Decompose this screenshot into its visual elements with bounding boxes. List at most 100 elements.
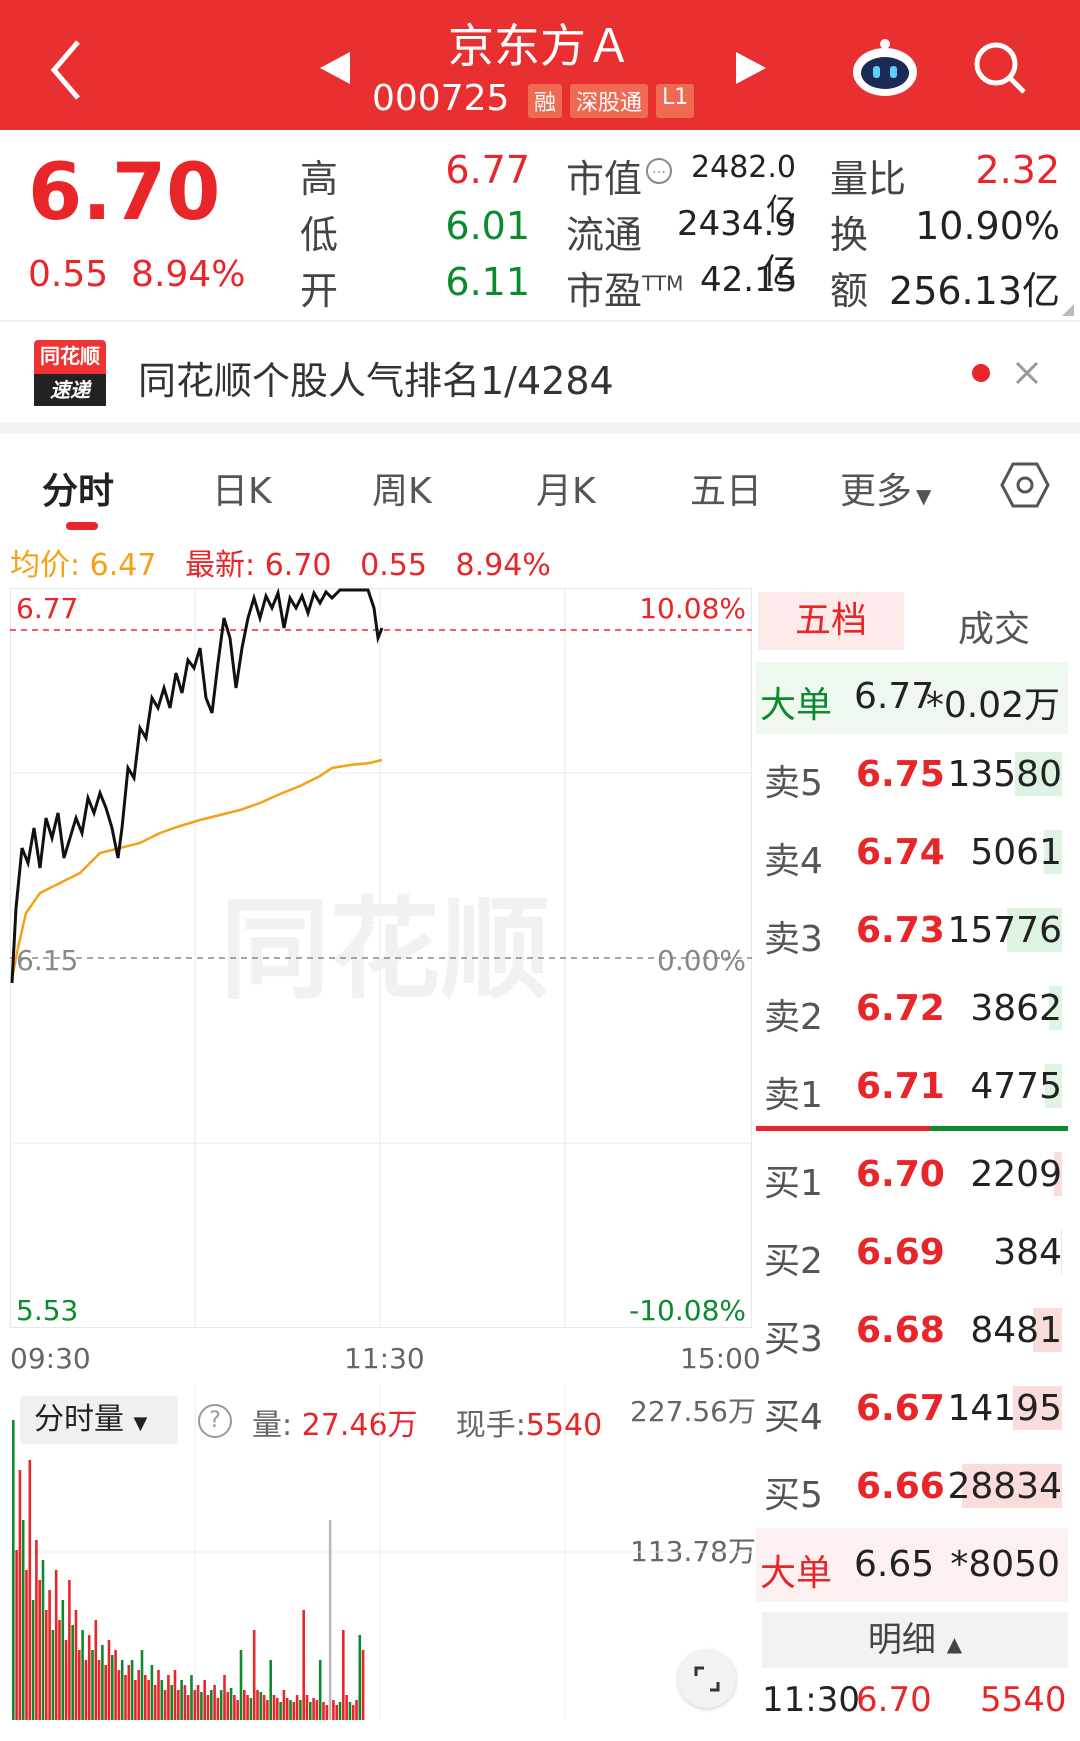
ask-price: 6.72 [856, 988, 945, 1029]
volume-bar [355, 1700, 358, 1720]
tab-weekly-k[interactable]: 周K [372, 462, 432, 514]
settings-hex-icon[interactable] [1000, 460, 1050, 510]
volume-bar [54, 1570, 58, 1720]
volume-bar [81, 1630, 84, 1720]
fullscreen-button[interactable] [678, 1650, 736, 1708]
volume-bar [342, 1630, 345, 1720]
float-label: 流通 [566, 213, 643, 257]
ask-level-label: 卖1 [764, 1075, 823, 1116]
app-header: 京东方Ａ 000725 融 深股通 L1 [0, 0, 1080, 130]
volume-bar [28, 1460, 32, 1720]
big-buy-volume: *8050 [950, 1544, 1060, 1585]
current-price: 6.70 [28, 148, 221, 238]
volume-bar [292, 1702, 296, 1720]
ask-level-label: 卖4 [764, 841, 823, 882]
stock-tags: 融 深股通 L1 [528, 84, 695, 118]
ask-row-4[interactable]: 卖2 6.72 3862 [756, 970, 1076, 1046]
tab-more[interactable]: 更多 ▼ [840, 462, 931, 514]
volume-bar [206, 1695, 210, 1720]
logo-bottom-text: 速递 [34, 374, 106, 406]
logo-top-text: 同花顺 [40, 344, 100, 368]
tab-five-day[interactable]: 五日 [690, 462, 762, 514]
bid-price: 6.68 [856, 1310, 945, 1351]
volume-bar [61, 1600, 65, 1720]
volume-bar [299, 1700, 302, 1720]
bid-level-label: 买2 [764, 1241, 823, 1282]
tab-intraday[interactable]: 分时 [42, 462, 114, 514]
bid-price: 6.69 [856, 1232, 945, 1273]
time-end: 15:00 [680, 1342, 761, 1375]
tag-level: L1 [656, 84, 695, 118]
intraday-price-chart[interactable]: 同花顺 6.77 6.15 5.53 10.08% 0.00% -10.08% [10, 588, 752, 1328]
bid-row-3[interactable]: 买3 6.68 8481 [756, 1292, 1076, 1368]
expand-icon [694, 1666, 720, 1692]
volume-bar [272, 1695, 276, 1720]
turnover-label: 换 [830, 213, 869, 257]
expand-corner-icon[interactable] [1062, 304, 1074, 316]
volume-bar [348, 1702, 352, 1720]
volume-bar [18, 1470, 22, 1720]
big-sell-volume: *0.02万 [925, 685, 1060, 726]
detail-toggle[interactable]: 明细 ▲ [762, 1612, 1068, 1668]
volume-bar [41, 1560, 45, 1720]
bid-row-2[interactable]: 买2 6.69 384 [756, 1214, 1076, 1290]
volume-bar [127, 1665, 131, 1720]
bid-row-1[interactable]: 买1 6.70 2209 [756, 1136, 1076, 1212]
volume-bar [325, 1705, 329, 1720]
collapse-caret-icon: ▲ [946, 1632, 963, 1656]
ask-volume: 4775 [970, 1066, 1062, 1107]
volume-bar [147, 1680, 150, 1720]
bid-level-label: 买4 [764, 1397, 823, 1438]
bid-row-4[interactable]: 买4 6.67 14195 [756, 1370, 1076, 1446]
volume-bar [200, 1692, 203, 1720]
ask-bid-divider-red [756, 1126, 930, 1131]
search-icon[interactable] [972, 40, 1028, 96]
volume-bar [256, 1690, 259, 1720]
tab-daily-k[interactable]: 日K [212, 462, 272, 514]
volume-bar [309, 1702, 312, 1720]
y-label-high: 6.77 [16, 592, 78, 625]
volume-bar [58, 1620, 61, 1720]
volume-bar [137, 1670, 140, 1720]
volume-bar [21, 1520, 25, 1720]
bid-level-label: 买3 [764, 1319, 823, 1360]
ask-row-2[interactable]: 卖4 6.74 5061 [756, 814, 1076, 890]
tab-five-level[interactable]: 五档 [758, 592, 904, 650]
popularity-rank-text[interactable]: 同花顺个股人气排名1/4284 [138, 350, 614, 405]
change-percent: 8.94% [131, 254, 246, 295]
pe-label: 市盈TTM [566, 260, 683, 315]
high-value: 6.77 [445, 148, 530, 192]
big-buy-label: 大单 [760, 1553, 833, 1594]
ask-row-5[interactable]: 卖1 6.71 4775 [756, 1048, 1076, 1124]
volume-bar [120, 1660, 124, 1720]
ask-volume: 5061 [970, 832, 1062, 873]
amount-label: 额 [830, 269, 869, 313]
ask-price: 6.75 [856, 754, 945, 795]
close-icon[interactable] [1014, 360, 1040, 386]
volume-bar [276, 1698, 279, 1720]
tab-trades[interactable]: 成交 [958, 600, 1030, 652]
volume-bar [233, 1695, 236, 1720]
ask-row-3[interactable]: 卖3 6.73 15776 [756, 892, 1076, 968]
price-change: 0.55 8.94% [28, 254, 245, 295]
next-stock-icon[interactable] [734, 50, 768, 86]
volume-bar [318, 1660, 322, 1720]
volume-bar [335, 1705, 338, 1720]
pe-value: 42.15 [700, 260, 798, 300]
bid-volume: 8481 [970, 1310, 1062, 1351]
low-value: 6.01 [445, 204, 530, 248]
bid-row-5[interactable]: 买5 6.66 28834 [756, 1448, 1076, 1524]
pct-label-low: -10.08% [629, 1294, 746, 1327]
ask-row-1[interactable]: 卖5 6.75 13580 [756, 736, 1076, 812]
info-icon[interactable]: … [646, 158, 672, 184]
big-buy-price: 6.65 [854, 1544, 935, 1585]
divider [0, 320, 1080, 322]
stock-code: 000725 [372, 78, 510, 119]
volume-bar [157, 1670, 160, 1720]
volume-bar [302, 1610, 305, 1720]
robot-assistant-icon[interactable] [850, 38, 920, 98]
ask-price: 6.71 [856, 1066, 945, 1107]
volume-chart[interactable] [10, 1384, 752, 1720]
mktcap-label: 市值 [566, 157, 643, 201]
tab-monthly-k[interactable]: 月K [536, 462, 596, 514]
